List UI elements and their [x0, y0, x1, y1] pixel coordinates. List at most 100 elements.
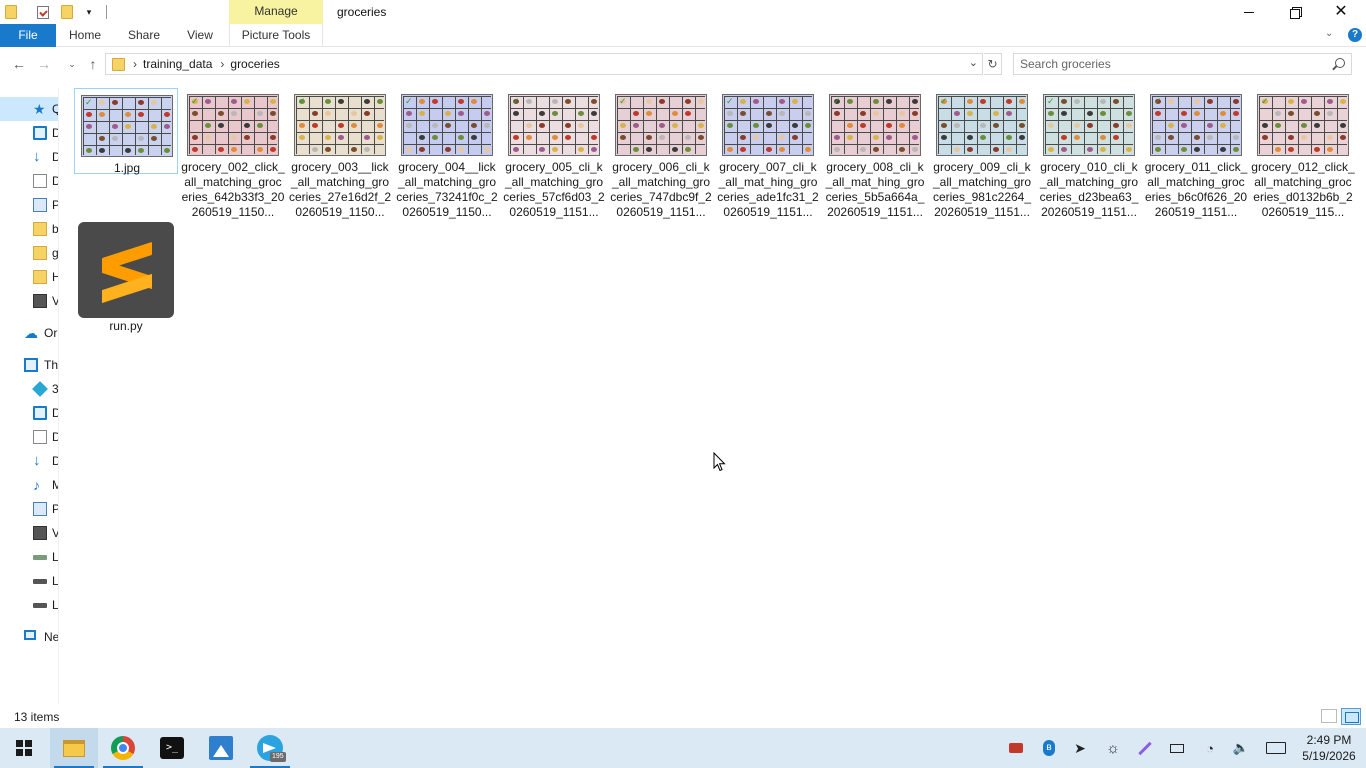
- downloads-icon: ↓: [33, 452, 41, 469]
- nav-network[interactable]: Ne: [0, 625, 58, 649]
- nav-downloads-2[interactable]: ↓ D: [0, 449, 58, 473]
- file-item[interactable]: ✓ grocery_008_cli_k_all_mat_hing_grocerie…: [823, 88, 927, 219]
- folder-icon[interactable]: [2, 3, 20, 21]
- nav-documents[interactable]: D: [0, 169, 58, 193]
- file-item[interactable]: ✓ grocery_009_cli_k_all_matching_grocerie…: [930, 88, 1034, 219]
- taskbar-terminal[interactable]: >_: [148, 728, 196, 768]
- file-list: ✓ 1.jpg ✓ grocery_002_click_all_matching_gr…: [60, 84, 1366, 704]
- nav-desktop-2[interactable]: D: [0, 401, 58, 425]
- file-item[interactable]: ✓ grocery_007_cli_k_all_mat_hing_grocerie…: [716, 88, 820, 219]
- file-item[interactable]: ✓ grocery_004__lick_all_matching_grocerie…: [395, 88, 499, 219]
- keyboard-icon[interactable]: [1264, 728, 1288, 768]
- sublime-text-icon[interactable]: [78, 222, 174, 318]
- refresh-button[interactable]: ↻: [984, 53, 1002, 75]
- start-button[interactable]: [0, 728, 48, 768]
- customize-qat-icon[interactable]: ▾: [80, 3, 98, 21]
- wifi-icon[interactable]: ◔: [1198, 728, 1222, 768]
- brightness-icon[interactable]: ☼: [1101, 728, 1125, 768]
- drive-icon: [33, 579, 47, 584]
- tab-home[interactable]: Home: [66, 24, 104, 47]
- nav-quick-access[interactable]: ★ Qu: [0, 97, 58, 121]
- clock-time: 2:49 PM: [1306, 733, 1352, 747]
- file-item[interactable]: ✓ 1.jpg: [74, 88, 178, 175]
- checkmark-icon: ✓: [940, 96, 948, 106]
- chevron-right-icon[interactable]: ›: [220, 57, 224, 71]
- nav-folder-b[interactable]: b: [0, 217, 58, 241]
- nav-3d-objects[interactable]: 3: [0, 377, 58, 401]
- nav-pictures[interactable]: P: [0, 193, 58, 217]
- file-item[interactable]: ✓ grocery_005_cli_k_all_matching_grocerie…: [502, 88, 606, 219]
- nav-label: V: [52, 526, 58, 540]
- large-icons-view-button[interactable]: [1341, 708, 1361, 725]
- nav-onedrive[interactable]: ☁ Or: [0, 321, 58, 345]
- taskbar-chrome[interactable]: [99, 728, 147, 768]
- restore-button[interactable]: [1272, 0, 1318, 24]
- nav-music[interactable]: ♪ M: [0, 473, 58, 497]
- nav-videos[interactable]: V: [0, 289, 58, 313]
- file-name: 1.jpg: [113, 161, 141, 175]
- breadcrumb-training-data[interactable]: training_data: [143, 57, 212, 71]
- nav-drive-3[interactable]: L: [0, 593, 58, 617]
- nav-drive-1[interactable]: L: [0, 545, 58, 569]
- taskbar-photos[interactable]: [197, 728, 245, 768]
- search-box[interactable]: [1013, 53, 1352, 75]
- clock[interactable]: 2:49 PM 5/19/2026: [1296, 732, 1362, 764]
- nav-downloads[interactable]: ↓ D: [0, 145, 58, 169]
- tab-share[interactable]: Share: [124, 24, 164, 47]
- new-folder-icon[interactable]: [58, 3, 76, 21]
- back-button[interactable]: ←: [9, 54, 29, 74]
- clock-date: 5/19/2026: [1302, 749, 1356, 763]
- taskbar-file-explorer[interactable]: [50, 728, 98, 768]
- address-bar[interactable]: › training_data › groceries ⌄: [105, 53, 983, 75]
- file-item[interactable]: ✓ grocery_002_click_all_matching_grocerie…: [181, 88, 285, 219]
- file-item[interactable]: ✓ grocery_010_cli_k_all_matching_grocerie…: [1037, 88, 1141, 219]
- status-bar: 13 items: [0, 706, 1366, 728]
- onedrive-icon: ☁: [24, 325, 38, 341]
- properties-icon[interactable]: [34, 3, 52, 21]
- screen-recorder-icon[interactable]: [1004, 728, 1028, 768]
- tab-view[interactable]: View: [184, 24, 216, 47]
- image-thumbnail: ✓: [187, 94, 279, 156]
- search-input[interactable]: [1020, 57, 1320, 71]
- breadcrumb-groceries[interactable]: groceries: [230, 57, 279, 71]
- taskbar-telegram[interactable]: [246, 728, 294, 768]
- telegram-tray-icon[interactable]: ➤: [1068, 728, 1092, 768]
- nav-label: Qu: [52, 102, 58, 116]
- file-name: grocery_011_click_all_matching_groceries…: [1144, 160, 1248, 219]
- file-item[interactable]: ✓ grocery_003__lick_all_matching_grocerie…: [288, 88, 392, 219]
- expand-ribbon-icon[interactable]: ⌄: [1325, 28, 1333, 39]
- forward-button[interactable]: →: [34, 54, 54, 74]
- up-button[interactable]: ↑: [83, 54, 103, 74]
- tab-file[interactable]: File: [0, 24, 56, 47]
- nav-folder-g[interactable]: g: [0, 241, 58, 265]
- volume-icon[interactable]: 🔈: [1229, 728, 1253, 768]
- nav-desktop[interactable]: D: [0, 121, 58, 145]
- nav-documents-2[interactable]: D: [0, 425, 58, 449]
- recent-locations-button[interactable]: ⌄: [62, 54, 82, 74]
- tab-picture-tools[interactable]: Picture Tools: [229, 24, 323, 47]
- help-icon[interactable]: ?: [1348, 28, 1362, 42]
- minimize-button[interactable]: [1226, 0, 1272, 24]
- battery-icon[interactable]: [1165, 728, 1189, 768]
- chevron-right-icon[interactable]: ›: [133, 57, 137, 71]
- nav-label: Th: [44, 358, 59, 372]
- manage-context-tab[interactable]: Manage: [229, 0, 323, 24]
- desktop-icon: [33, 126, 47, 140]
- file-item[interactable]: ✓ grocery_006_cli_k_all_matching_grocerie…: [609, 88, 713, 219]
- file-item[interactable]: ✓ grocery_012_click_all_matching_grocerie…: [1251, 88, 1355, 219]
- file-item[interactable]: ✓ grocery_011_click_all_matching_grocerie…: [1144, 88, 1248, 219]
- chevron-down-icon[interactable]: ⌄: [969, 56, 978, 69]
- nav-pictures-2[interactable]: P: [0, 497, 58, 521]
- close-button[interactable]: ✕: [1318, 0, 1364, 24]
- nav-drive-2[interactable]: L: [0, 569, 58, 593]
- chevron-down-icon: ⌄: [68, 58, 76, 69]
- folder-icon: [33, 246, 47, 260]
- file-label-run-py[interactable]: run.py: [78, 319, 174, 333]
- details-view-button[interactable]: [1321, 709, 1337, 723]
- search-icon[interactable]: [1335, 58, 1345, 68]
- nav-folder-h[interactable]: H: [0, 265, 58, 289]
- nav-videos-2[interactable]: V: [0, 521, 58, 545]
- pen-icon[interactable]: [1133, 728, 1157, 768]
- nav-this-pc[interactable]: Th: [0, 353, 59, 377]
- bluetooth-icon[interactable]: ʙ: [1037, 728, 1061, 768]
